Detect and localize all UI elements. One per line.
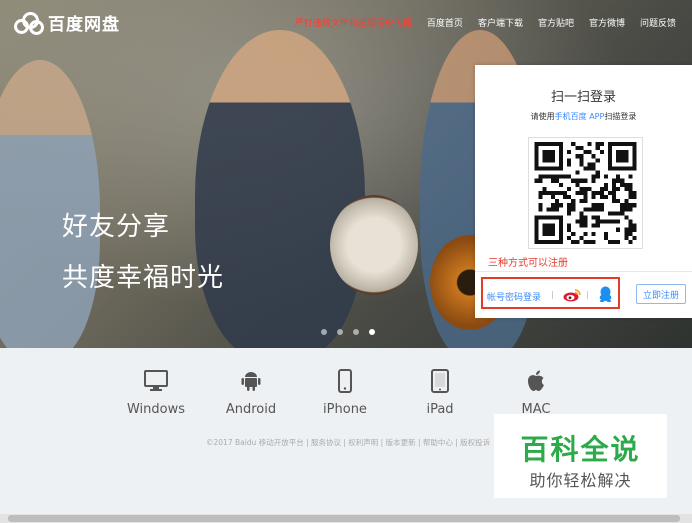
nav-link-baidu-home[interactable]: 百度首页: [427, 16, 463, 29]
hero-photo-person: [195, 30, 365, 348]
apple-icon: [496, 366, 576, 396]
divider: [475, 271, 692, 272]
monitor-icon: [116, 366, 196, 396]
carousel-dot-active[interactable]: [369, 329, 375, 335]
weibo-icon[interactable]: [563, 287, 581, 306]
hero-slogan-line2: 共度幸福时光: [62, 263, 225, 293]
login-hint: 请使用手机百度 APP扫描登录: [475, 111, 692, 122]
hero-slogan-line1: 好友分享: [62, 212, 171, 242]
nav-link-feedback[interactable]: 问题反馈: [640, 16, 676, 29]
platform-iphone[interactable]: iPhone: [305, 366, 385, 417]
qq-icon[interactable]: [599, 286, 612, 306]
iphone-icon: [305, 366, 385, 396]
platform-ipad[interactable]: iPad: [400, 366, 480, 417]
hero-photo-drum: [330, 195, 418, 295]
nav-link-report-piracy[interactable]: 严打违规文件和盗版侵权传播: [295, 16, 412, 29]
top-nav: 严打违规文件和盗版侵权传播 百度首页 客户端下载 官方贴吧 官方微博 问题反馈: [280, 16, 676, 29]
watermark-title: 百科全说: [520, 433, 641, 466]
qr-code: [528, 137, 643, 249]
carousel-dot[interactable]: [353, 329, 359, 335]
logo[interactable]: 百度网盘: [14, 10, 120, 35]
copyright-footer: ©2017 Baidu 移动开放平台 | 服务协议 | 权利声明 | 版本更新 …: [206, 438, 491, 447]
top-bar: 百度网盘 严打违规文件和盗版侵权传播 百度首页 客户端下载 官方贴吧 官方微博 …: [0, 0, 692, 42]
platform-label: iPad: [426, 402, 454, 417]
register-tip-annotation: 三种方式可以注册: [488, 258, 568, 269]
register-button[interactable]: 立即注册: [636, 284, 686, 304]
platform-label: Android: [225, 402, 277, 417]
carousel-dot[interactable]: [321, 329, 327, 335]
watermark-subtitle: 助你轻松解决: [529, 471, 632, 490]
platform-windows[interactable]: Windows: [116, 366, 196, 417]
platform-android[interactable]: Android: [211, 366, 291, 417]
watermark-logo: 百科全说 助你轻松解决: [494, 414, 667, 498]
logo-text: 百度网盘: [48, 15, 120, 35]
carousel-dot[interactable]: [337, 329, 343, 335]
platform-label: iPhone: [323, 402, 367, 417]
login-title: 扫一扫登录: [550, 90, 616, 105]
separator: [587, 291, 588, 299]
login-panel: 扫一扫登录 请使用手机百度 APP扫描登录 三种方式可以注册 帐号密码登录 立即…: [475, 65, 692, 318]
nav-link-official-weibo[interactable]: 官方微博: [589, 16, 625, 29]
hero-photo-person: [0, 60, 100, 348]
android-icon: [211, 366, 291, 396]
nav-link-client-download[interactable]: 客户端下载: [478, 16, 523, 29]
carousel-dots: [321, 329, 385, 335]
platform-mac[interactable]: MAC: [496, 366, 576, 417]
ipad-icon: [400, 366, 480, 396]
mobile-baidu-app-link[interactable]: 手机百度 APP: [555, 112, 605, 121]
login-hint-suffix: 扫描登录: [604, 112, 637, 121]
scrollbar-thumb[interactable]: [8, 515, 680, 522]
login-hint-prefix: 请使用: [530, 112, 555, 121]
horizontal-scrollbar[interactable]: [0, 514, 692, 523]
platform-label: Windows: [126, 402, 186, 417]
cloud-logo-icon: [14, 11, 44, 35]
account-password-login-link[interactable]: 帐号密码登录: [487, 290, 541, 303]
separator: [552, 291, 553, 299]
nav-link-official-tieba[interactable]: 官方贴吧: [538, 16, 574, 29]
